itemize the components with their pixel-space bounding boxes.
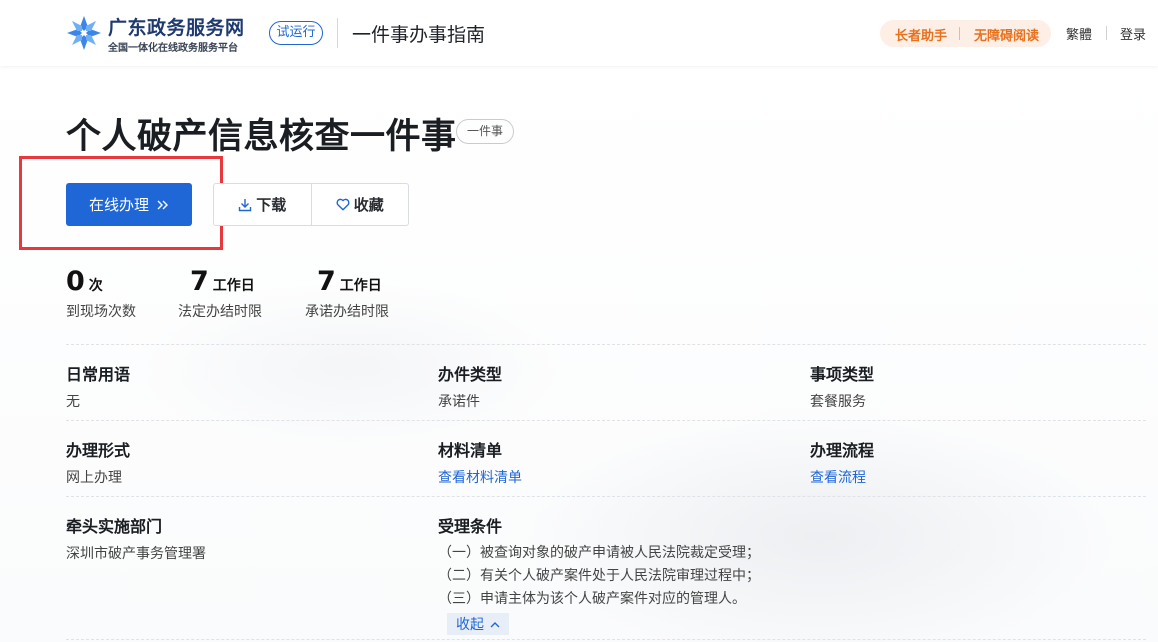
handle-form-label: 办理形式 — [66, 441, 131, 460]
stat-promise-limit: 7 工作日 承诺办结时限 — [305, 266, 389, 321]
stat-legal-label: 法定办结时限 — [178, 304, 262, 320]
stat-promise-value: 7 — [317, 266, 336, 297]
login-link[interactable]: 登录 — [1120, 24, 1146, 43]
acceptance-conditions: 受理条件 （一）被查询对象的破产申请被人民法院裁定受理； （二）有关个人破产案件… — [438, 513, 760, 635]
logo-icon[interactable] — [66, 15, 102, 51]
process: 办理流程 查看流程 — [810, 437, 874, 487]
download-icon — [239, 198, 252, 211]
item-type: 办件类型 承诺件 — [438, 361, 502, 411]
stat-legal-unit: 工作日 — [212, 278, 255, 294]
matter-type-label: 事项类型 — [810, 365, 875, 384]
condition-item: （一）被查询对象的破产申请被人民法院裁定受理； — [438, 545, 760, 561]
assist-divider — [959, 27, 960, 40]
divider — [66, 344, 1146, 345]
assist-pill: 长者助手 无障碍阅读 — [880, 20, 1051, 47]
collapse-label: 收起 — [456, 617, 484, 633]
stat-promise-unit: 工作日 — [339, 278, 382, 294]
download-label: 下载 — [256, 196, 287, 214]
double-chevron-right-icon — [157, 200, 168, 209]
divider — [66, 496, 1146, 497]
item-type-value: 承诺件 — [438, 394, 480, 410]
site-subtitle: 全国一体化在线政务服务平台 — [108, 43, 238, 54]
favorite-button[interactable]: 收藏 — [310, 184, 409, 225]
divider — [66, 639, 1146, 640]
matter-type: 事项类型 套餐服务 — [810, 361, 874, 411]
heart-icon — [336, 198, 350, 211]
action-button-group: 下载 收藏 — [213, 183, 409, 226]
title-tag: 一件事 — [456, 119, 514, 144]
lead-department: 牵头实施部门 深圳市破产事务管理署 — [66, 513, 206, 563]
common-terms-label: 日常用语 — [66, 365, 131, 384]
condition-item: （三）申请主体为该个人破产案件对应的管理人。 — [438, 591, 746, 607]
stat-legal-limit: 7 工作日 法定办结时限 — [178, 266, 262, 321]
stat-visits-value: 0 — [66, 266, 85, 297]
elder-assist-link[interactable]: 长者助手 — [895, 25, 947, 44]
header-separator — [1106, 26, 1107, 40]
matter-type-value: 套餐服务 — [810, 394, 866, 410]
site-name[interactable]: 广东政务服务网 — [108, 13, 245, 40]
stat-visits-unit: 次 — [88, 278, 103, 294]
guide-title: 一件事办事指南 — [352, 24, 486, 46]
common-terms-value: 无 — [66, 394, 80, 410]
online-handle-button[interactable]: 在线办理 — [66, 183, 192, 226]
accessible-reading-link[interactable]: 无障碍阅读 — [974, 25, 1039, 44]
common-terms: 日常用语 无 — [66, 361, 130, 411]
stat-visits-label: 到现场次数 — [66, 304, 136, 320]
conditions-list: （一）被查询对象的破产申请被人民法院裁定受理； （二）有关个人破产案件处于人民法… — [438, 542, 760, 611]
lead-department-label: 牵头实施部门 — [66, 517, 163, 536]
view-materials-link[interactable]: 查看材料清单 — [438, 467, 522, 487]
page-title: 个人破产信息核查一件事 — [66, 117, 457, 157]
traditional-chinese-link[interactable]: 繁體 — [1066, 24, 1092, 43]
handle-form: 办理形式 网上办理 — [66, 437, 130, 487]
condition-item: （二）有关个人破产案件处于人民法院审理过程中； — [438, 568, 760, 584]
view-process-link[interactable]: 查看流程 — [810, 467, 874, 487]
online-handle-label: 在线办理 — [88, 196, 149, 214]
favorite-label: 收藏 — [353, 196, 384, 214]
stat-legal-value: 7 — [190, 266, 209, 297]
trial-badge: 试运行 — [269, 21, 323, 45]
handle-form-value: 网上办理 — [66, 470, 122, 486]
header-divider — [337, 18, 338, 48]
item-type-label: 办件类型 — [438, 365, 503, 384]
main-content: 个人破产信息核查一件事 一件事 在线办理 下载 收藏 0次 到现场次数 7 工作… — [0, 66, 1158, 642]
stat-visits: 0次 到现场次数 — [66, 266, 136, 321]
divider — [66, 420, 1146, 421]
conditions-label: 受理条件 — [438, 517, 503, 536]
stat-promise-label: 承诺办结时限 — [305, 304, 389, 320]
chevron-up-icon — [490, 621, 500, 627]
download-button[interactable]: 下载 — [214, 184, 311, 225]
lead-department-value: 深圳市破产事务管理署 — [66, 546, 206, 562]
materials: 材料清单 查看材料清单 — [438, 437, 522, 487]
top-header: 广东政务服务网 全国一体化在线政务服务平台 试运行 一件事办事指南 长者助手 无… — [0, 0, 1158, 66]
materials-label: 材料清单 — [438, 441, 503, 460]
process-label: 办理流程 — [810, 441, 875, 460]
collapse-button[interactable]: 收起 — [447, 613, 509, 635]
